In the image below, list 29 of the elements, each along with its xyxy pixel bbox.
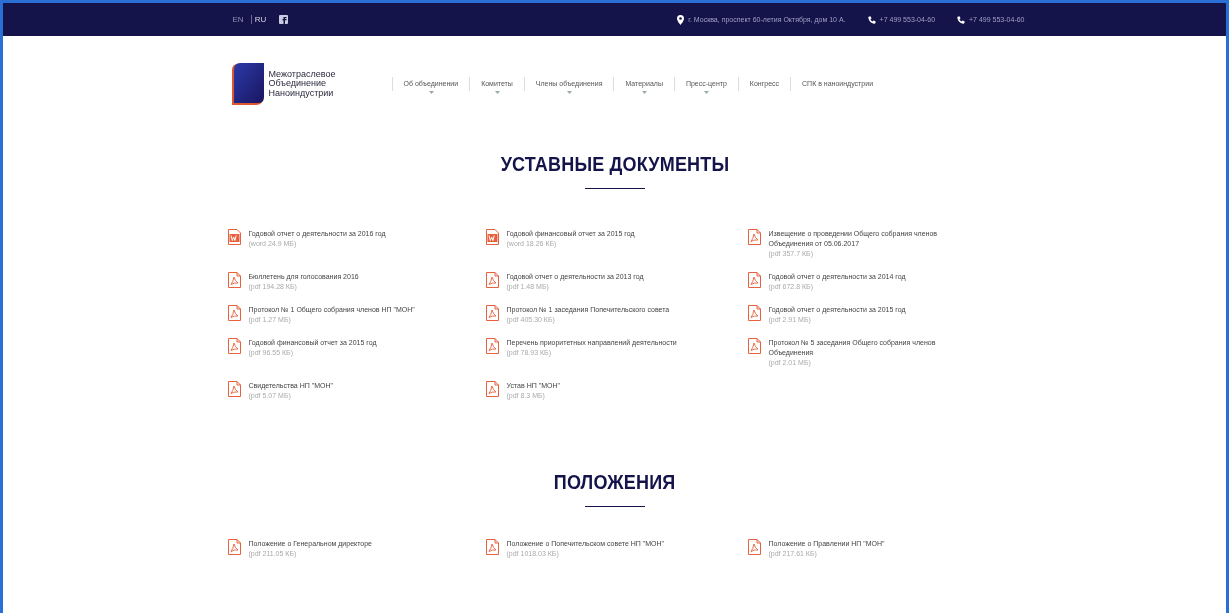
pdf-document-icon [485, 539, 499, 555]
pdf-document-icon [747, 229, 761, 245]
pdf-document-icon [485, 381, 499, 397]
logo-text[interactable]: Межотраслевое Объединение Наноиндустрии [268, 69, 336, 99]
word-document-icon [485, 229, 499, 245]
heading-underline [584, 506, 645, 507]
section-heading: УСТАВНЫЕ ДОКУМЕНТЫ [500, 153, 729, 176]
pdf-document-icon [747, 305, 761, 321]
phone-icon [957, 15, 966, 24]
heading-underline [584, 188, 645, 189]
pdf-document-icon [485, 305, 499, 321]
language-link[interactable]: RU [250, 15, 270, 24]
logo-icon [229, 62, 264, 106]
pdf-document-icon [227, 305, 241, 321]
pdf-document-icon [747, 338, 761, 354]
pdf-document-icon [485, 338, 499, 354]
pdf-document-icon [747, 272, 761, 288]
pdf-document-icon [227, 539, 241, 555]
pdf-document-icon [747, 539, 761, 555]
pdf-document-icon [227, 338, 241, 354]
pdf-document-icon [227, 272, 241, 288]
language-link[interactable]: EN [229, 15, 247, 24]
pdf-document-icon [485, 272, 499, 288]
location-pin-icon [677, 14, 685, 25]
phone-icon [867, 15, 876, 24]
section-heading: ПОЛОЖЕНИЯ [553, 471, 676, 494]
word-document-icon [227, 229, 241, 245]
facebook-icon [279, 15, 289, 24]
pdf-document-icon [227, 381, 241, 397]
